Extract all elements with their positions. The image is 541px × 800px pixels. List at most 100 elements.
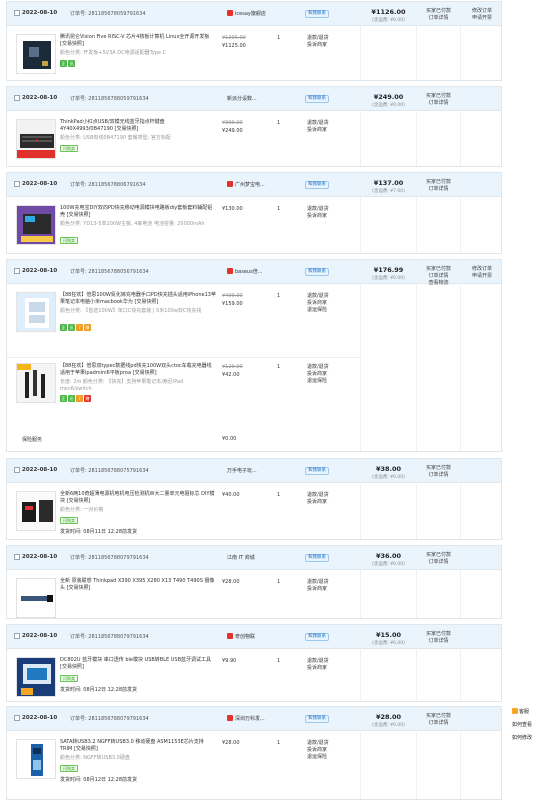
product-title-link[interactable]: 【88狂欢】倍思双typec数据线pd快充100W双头ctoc车载充电器线适用于… (60, 363, 216, 377)
refund-link[interactable]: 退款/退货 (307, 206, 329, 213)
product-thumbnail[interactable] (16, 657, 56, 697)
return-insurance-link[interactable]: 退运保险 (307, 378, 329, 385)
order-select-checkbox[interactable] (14, 268, 20, 274)
product-thumbnail[interactable] (16, 363, 56, 403)
order-detail-link[interactable]: 订单详情 (417, 15, 460, 22)
refund-link[interactable]: 退款/退货 (307, 120, 329, 127)
contact-seller-button[interactable]: 和我联系 (305, 10, 329, 18)
product-thumbnail[interactable] (16, 292, 56, 332)
order-number: 订单号: 281185678805679​1634 (70, 269, 149, 275)
shop-name[interactable]: baseus倍... (227, 268, 262, 275)
refund-link[interactable]: 退款/退货 (307, 364, 329, 371)
contact-seller-button[interactable]: 和我联系 (305, 554, 329, 562)
service-tag-icon: 迅 (68, 60, 75, 67)
product-thumbnail[interactable] (16, 119, 56, 159)
refund-link[interactable]: 退款/退货 (307, 492, 329, 499)
shop-name[interactable]: 深圳万科发... (227, 715, 265, 722)
service-tag-icon: 迅 (68, 395, 75, 402)
return-insurance-link[interactable]: 退运保险 (307, 307, 329, 314)
order-detail-link[interactable]: 订单详情 (417, 720, 460, 727)
shop-name[interactable]: 江南 IT 商城 (227, 554, 255, 561)
view-logistics-link[interactable]: 查看物流 (417, 280, 460, 287)
contact-seller-button[interactable]: 和我联系 (305, 633, 329, 641)
product-thumbnail[interactable] (16, 491, 56, 531)
shop-name[interactable]: 万手电子玩... (227, 467, 257, 474)
order-select-checkbox[interactable] (14, 10, 20, 16)
complain-link[interactable]: 投诉商家 (307, 42, 329, 49)
order-number: 订单号: 281185678807979​1634 (70, 634, 149, 640)
customer-service-link[interactable]: 客服 (512, 706, 541, 719)
product-thumbnail[interactable] (16, 739, 56, 779)
quantity: 1 (277, 206, 281, 212)
product-title-link[interactable]: SATA转USB3.2 NGFF转USB3.0 移动硬盘 ASM1153E芯片支… (60, 739, 216, 753)
product-title-link[interactable]: 100W充电宝DIY双向PD快充移动电源模块电路板diy套板套料辅配铝壳 [交易… (60, 205, 216, 219)
unit-price: ¥159.00 (222, 301, 243, 307)
complain-link[interactable]: 投诉商家 (307, 499, 329, 506)
product-thumbnail[interactable] (16, 578, 56, 618)
modify-order-link[interactable]: 修改订单 (461, 8, 503, 15)
complain-link[interactable]: 投诉商家 (307, 747, 329, 754)
complain-link[interactable]: 投诉商家 (307, 665, 329, 672)
order-select-checkbox[interactable] (14, 95, 20, 101)
order-detail-link[interactable]: 订单详情 (417, 559, 460, 566)
complain-link[interactable]: 投诉商家 (307, 300, 329, 307)
complain-link[interactable]: 投诉商家 (307, 586, 329, 593)
order-status-column: 买家已付款 订单详情 (416, 459, 460, 539)
item-actions: 退款/退货 投诉商家 退运保险 (307, 740, 329, 761)
shop-name[interactable]: 奇创物联 (227, 633, 255, 640)
order-card: 2022-08-10 订单号: 281185678805979​1634 新派分设数… (6, 86, 502, 167)
order-detail-link[interactable]: 订单详情 (417, 472, 460, 479)
product-spec: 颜色分类: 【首选100W】单口C快充套装 | 5米100w双C快充线 (60, 308, 202, 314)
refund-link[interactable]: 退款/退货 (307, 658, 329, 665)
refund-link[interactable]: 退款/退货 (307, 293, 329, 300)
refund-link[interactable]: 退款/退货 (307, 579, 329, 586)
product-title-link[interactable]: 【88狂欢】倍思100W氮化镓充电器手口PD快充插头适用iPhone13苹果笔记… (60, 292, 216, 306)
complain-link[interactable]: 投诉商家 (307, 127, 329, 134)
order-detail-link[interactable]: 订单详情 (417, 638, 460, 645)
contact-seller-button[interactable]: 和我联系 (305, 95, 329, 103)
product-title-link[interactable]: DC802U 蓝牙模块 串口透传 ble模块 USB转BLE USB蓝牙调试工具… (60, 657, 216, 671)
order-operations-column (460, 625, 503, 701)
flash-sale-badge: 闪购卖 (60, 237, 78, 244)
product-title-link[interactable]: 腾讯昆仑Vision Five RISC-V 芯片4核板计算机 Linux全开源… (60, 34, 216, 48)
product-title-link[interactable]: 全新 原装联想 Thinkpad X390 X395 X280 X13 T490… (60, 578, 216, 592)
refund-link[interactable]: 退款/退货 (307, 35, 329, 42)
product-thumbnail[interactable] (16, 34, 56, 74)
order-card: 2022-08-10 订单号: 2811856788067916​34 广州梦宝电.… (6, 172, 502, 254)
complain-link[interactable]: 投诉商家 (307, 371, 329, 378)
order-date: 2022-08-10 (22, 633, 58, 639)
shop-name[interactable]: 新派分设数... (227, 95, 257, 102)
order-select-checkbox[interactable] (14, 554, 20, 560)
order-select-checkbox[interactable] (14, 467, 20, 473)
product-title-link[interactable]: 全新6两10奇超薄电源机电机电压检测机W大二量单元电阻标芯 DIY模块 [交易快… (60, 491, 216, 505)
unit-price: ¥28.00 (222, 740, 240, 746)
order-select-checkbox[interactable] (14, 181, 20, 187)
apply-invoice-link[interactable]: 申请开票 (461, 273, 503, 280)
contact-seller-button[interactable]: 和我联系 (305, 181, 329, 189)
product-title-link[interactable]: ThinkPad小红点USB/双模无线蓝牙指点杆键盘4Y40X4993/0B47… (60, 119, 216, 133)
apply-invoice-link[interactable]: 申请开票 (461, 15, 503, 22)
help-link-view[interactable]: 如何查看 (512, 719, 541, 732)
return-insurance-link[interactable]: 退运保险 (307, 754, 329, 761)
order-total: ¥15.00 (375, 631, 402, 639)
order-detail-link[interactable]: 订单详情 (417, 273, 460, 280)
order-detail-link[interactable]: 订单详情 (417, 100, 460, 107)
order-total-column: ¥137.00 (含运费: ¥7.00) (360, 173, 416, 253)
modify-order-link[interactable]: 修改订单 (461, 266, 503, 273)
unit-price: ¥42.00 (222, 372, 240, 378)
shop-name[interactable]: 广州梦宝电... (227, 181, 265, 188)
contact-seller-button[interactable]: 和我联系 (305, 467, 329, 475)
order-select-checkbox[interactable] (14, 715, 20, 721)
order-operations-column: 修改订单 申请开票 (460, 2, 503, 80)
order-card: 2022-08-10 订单号: 281185678807979​1634 奇创物联 和… (6, 624, 502, 702)
contact-seller-button[interactable]: 和我联系 (305, 715, 329, 723)
product-thumbnail[interactable] (16, 205, 56, 245)
order-select-checkbox[interactable] (14, 633, 20, 639)
help-link-modify[interactable]: 如何修改 (512, 732, 541, 745)
contact-seller-button[interactable]: 和我联系 (305, 268, 329, 276)
refund-link[interactable]: 退款/退货 (307, 740, 329, 747)
flash-sale-label: 闪购卖 (60, 765, 78, 772)
order-detail-link[interactable]: 订单详情 (417, 186, 460, 193)
shop-name[interactable]: icesay旗舰店 (227, 10, 266, 17)
complain-link[interactable]: 投诉商家 (307, 213, 329, 220)
